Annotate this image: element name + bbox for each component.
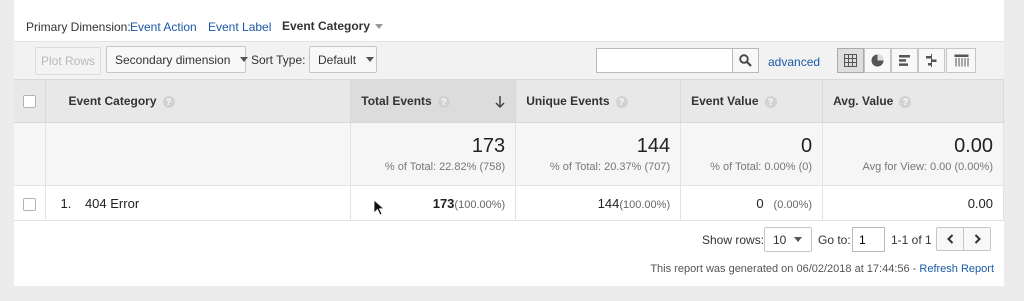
help-icon[interactable]: ? <box>615 95 628 108</box>
chevron-right-icon <box>974 234 981 244</box>
totals-empty-cell <box>14 122 47 186</box>
help-icon[interactable]: ? <box>764 95 777 108</box>
table-view-button[interactable] <box>837 48 864 73</box>
totals-row: 173 % of Total: 22.82% (758) 144 % of Tota… <box>14 122 1004 186</box>
select-all-checkbox[interactable] <box>23 95 36 109</box>
row-value: 0.00 <box>967 195 993 211</box>
go-to-label: Go to: <box>818 233 851 247</box>
column-header-label: Total Events <box>361 94 432 108</box>
total-percent: % of Total: 0.00% (0) <box>710 161 813 173</box>
row-category-link[interactable]: 404 Error <box>85 196 139 211</box>
sort-type-select[interactable]: Default <box>309 46 377 73</box>
sort-type-value: Default <box>318 52 357 67</box>
totals-unique-events: 144 % of Total: 20.37% (707) <box>515 122 682 186</box>
total-value: 173 <box>471 135 506 157</box>
row-avg-value: 0.00 <box>822 185 1004 221</box>
comparison-view-button[interactable] <box>918 48 945 73</box>
row-event-value: 0 (0.00%) <box>680 185 824 221</box>
performance-view-button[interactable] <box>891 48 918 73</box>
dimension-event-label[interactable]: Event Label <box>208 20 271 34</box>
row-checkbox[interactable] <box>23 197 36 211</box>
table-search-input[interactable] <box>596 48 733 73</box>
column-header-event-value[interactable]: Event Value? <box>680 79 824 123</box>
totals-avg-value: 0.00 Avg for View: 0.00 (0.00%) <box>822 122 1004 186</box>
search-icon <box>739 54 752 67</box>
show-rows-select[interactable]: 10 <box>764 227 812 252</box>
chevron-down-icon <box>366 57 375 62</box>
show-rows-label: Show rows: <box>702 233 765 247</box>
total-percent: % of Total: 22.82% (758) <box>384 161 506 173</box>
sort-type-label: Sort Type: <box>251 53 306 67</box>
pie-chart-icon <box>871 54 884 67</box>
dimension-event-action[interactable]: Event Action <box>130 20 197 34</box>
row-value: 173 <box>432 195 455 211</box>
dimension-event-category[interactable]: Event Category <box>282 19 384 33</box>
chevron-down-icon <box>240 57 249 62</box>
report-generated-note: This report was generated on 06/02/2018 … <box>650 263 994 275</box>
row-percent: (0.00%) <box>773 198 813 211</box>
help-icon[interactable]: ? <box>162 95 175 108</box>
show-rows-value: 10 <box>773 232 787 247</box>
previous-page-button[interactable] <box>936 227 964 251</box>
chevron-left-icon <box>946 234 953 244</box>
column-header-label: Event Value <box>691 94 759 108</box>
help-icon[interactable]: ? <box>437 95 450 108</box>
mouse-cursor-icon <box>373 199 385 216</box>
totals-label-cell <box>45 122 352 186</box>
chevron-down-icon <box>375 24 384 30</box>
totals-total-events: 173 % of Total: 22.82% (758) <box>350 122 517 186</box>
column-header-event-category[interactable]: Event Category? <box>45 79 352 123</box>
row-category-cell: 1. 404 Error <box>45 185 352 221</box>
advanced-filter-link[interactable]: advanced <box>768 55 820 69</box>
pivot-view-button[interactable] <box>946 48 976 73</box>
help-icon[interactable]: ? <box>899 95 912 108</box>
sort-descending-icon <box>495 96 505 108</box>
row-select-cell <box>14 185 47 221</box>
secondary-dimension-select[interactable]: Secondary dimension <box>106 46 249 73</box>
refresh-report-link[interactable]: Refresh Report <box>919 263 994 275</box>
row-value: 0 <box>756 195 764 211</box>
column-header-total-events[interactable]: Total Events? <box>350 79 517 123</box>
go-to-page-input[interactable] <box>852 227 885 252</box>
total-value: 0.00 <box>954 135 993 157</box>
row-percent: (100.00%) <box>619 198 671 211</box>
dimension-event-category-label: Event Category <box>282 19 371 33</box>
column-header-label: Unique Events <box>526 94 610 108</box>
total-value: 144 <box>636 135 671 157</box>
totals-event-value: 0 % of Total: 0.00% (0) <box>680 122 824 186</box>
row-percent: (100.00%) <box>454 198 506 211</box>
pivot-icon <box>954 54 968 67</box>
primary-dimension-label: Primary Dimension: <box>26 20 131 34</box>
search-button[interactable] <box>732 48 759 73</box>
total-percent: Avg for View: 0.00 (0.00%) <box>862 161 993 173</box>
report-table: Event Category? Total Events? Unique Eve… <box>14 79 1004 221</box>
pie-chart-view-button[interactable] <box>864 48 891 73</box>
chevron-down-icon <box>794 237 803 242</box>
total-value: 0 <box>800 135 813 157</box>
performance-icon <box>899 55 910 66</box>
column-header-label: Event Category <box>68 94 157 108</box>
plot-rows-button[interactable]: Plot Rows <box>35 47 101 75</box>
next-page-button[interactable] <box>963 227 991 251</box>
table-row: 1. 404 Error 173(100.00%) 144(100.00%) 0… <box>14 185 1004 221</box>
generated-text: This report was generated on 06/02/2018 … <box>650 263 920 275</box>
comparison-icon <box>926 54 937 67</box>
row-unique-events: 144(100.00%) <box>515 185 682 221</box>
row-index: 1. <box>60 195 72 211</box>
column-header-label: Avg. Value <box>833 94 894 108</box>
secondary-dimension-label: Secondary dimension <box>115 52 231 67</box>
row-value: 144 <box>597 195 620 211</box>
column-header-avg-value[interactable]: Avg. Value? <box>822 79 1004 123</box>
column-header-unique-events[interactable]: Unique Events? <box>515 79 682 123</box>
select-all-cell <box>14 79 47 123</box>
total-percent: % of Total: 20.37% (707) <box>549 161 671 173</box>
page-range: 1-1 of 1 <box>891 233 932 247</box>
table-header-row: Event Category? Total Events? Unique Eve… <box>14 79 1004 123</box>
table-view-icon <box>844 54 857 67</box>
